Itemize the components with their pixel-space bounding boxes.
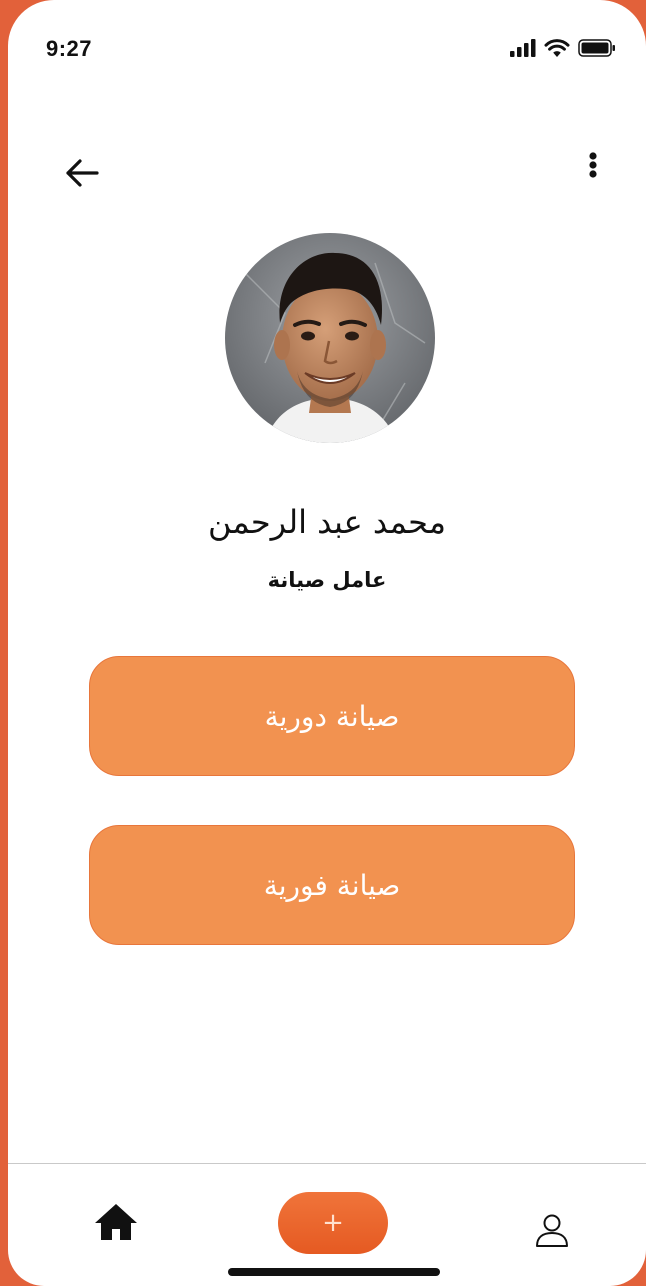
bottom-nav-divider — [8, 1163, 646, 1164]
tab-profile[interactable] — [530, 1208, 574, 1252]
add-button[interactable]: + — [278, 1192, 388, 1254]
phone-screen: 9:27 محمد عبد الرحمن عامل صيانة صيانة دو… — [8, 0, 646, 1286]
more-options-button[interactable] — [578, 145, 608, 185]
status-icons — [510, 38, 616, 58]
signal-icon — [510, 39, 536, 57]
wifi-icon — [544, 39, 570, 57]
profile-name: محمد عبد الرحمن — [208, 503, 446, 541]
avatar-photo — [225, 233, 435, 443]
user-icon — [536, 1214, 568, 1247]
tab-home[interactable] — [92, 1198, 140, 1246]
periodic-maintenance-button[interactable]: صيانة دورية — [89, 656, 575, 776]
back-button[interactable] — [60, 151, 104, 195]
profile-avatar — [225, 233, 435, 443]
vertical-dots-icon — [589, 152, 597, 178]
status-time: 9:27 — [46, 36, 93, 61]
profile-role: عامل صيانة — [267, 568, 387, 592]
home-icon — [95, 1204, 137, 1240]
battery-icon — [578, 39, 615, 57]
arrow-left-icon — [66, 159, 99, 187]
status-bar: 9:27 — [8, 30, 646, 70]
top-navigation — [8, 145, 646, 201]
urgent-maintenance-button[interactable]: صيانة فورية — [89, 825, 575, 945]
home-indicator — [228, 1268, 440, 1276]
